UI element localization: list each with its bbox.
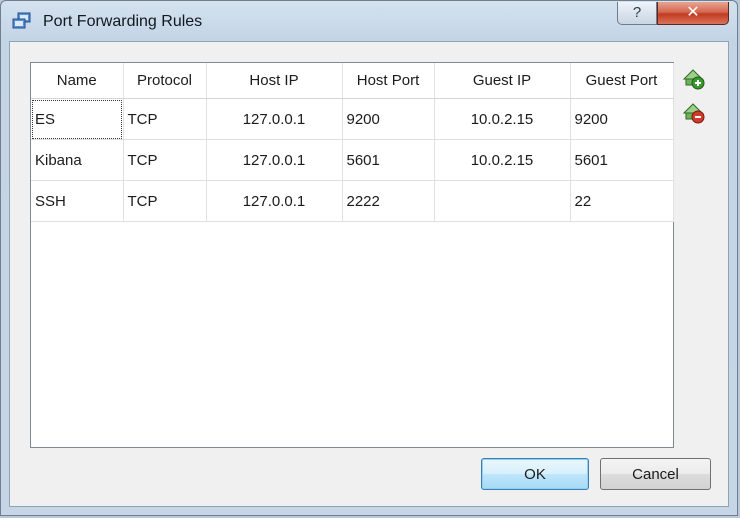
table-header: Name Protocol Host IP Host Port Guest IP…	[31, 63, 674, 99]
column-header-name[interactable]: Name	[31, 63, 124, 99]
cell-name[interactable]: ES	[31, 98, 124, 140]
port-forwarding-dialog: Port Forwarding Rules ? ✕ Name Protocol …	[0, 0, 738, 516]
cell-guest-ip[interactable]	[434, 180, 571, 222]
table-row[interactable]: ES TCP 127.0.0.1 9200 10.0.2.15 9200	[31, 98, 674, 140]
cell-host-ip[interactable]: 127.0.0.1	[206, 180, 343, 222]
cell-guest-ip[interactable]: 10.0.2.15	[434, 139, 571, 181]
rules-table-frame[interactable]: Name Protocol Host IP Host Port Guest IP…	[30, 62, 674, 448]
cancel-button[interactable]: Cancel	[600, 458, 711, 490]
column-header-host-ip[interactable]: Host IP	[206, 63, 343, 99]
add-rule-button[interactable]	[681, 66, 707, 92]
rules-table: Name Protocol Host IP Host Port Guest IP…	[31, 63, 674, 222]
cell-protocol[interactable]: TCP	[123, 98, 207, 140]
cell-guest-port[interactable]: 22	[570, 180, 674, 222]
cell-name[interactable]: Kibana	[31, 139, 124, 181]
help-button[interactable]: ?	[617, 2, 657, 25]
add-rule-icon	[681, 69, 707, 96]
cell-guest-port[interactable]: 5601	[570, 139, 674, 181]
cell-guest-port[interactable]: 9200	[570, 98, 674, 140]
dialog-body: Name Protocol Host IP Host Port Guest IP…	[9, 41, 729, 507]
remove-rule-icon	[681, 103, 707, 130]
column-header-guest-port[interactable]: Guest Port	[570, 63, 674, 99]
column-header-protocol[interactable]: Protocol	[123, 63, 207, 99]
dialog-title: Port Forwarding Rules	[43, 13, 203, 30]
cell-protocol[interactable]: TCP	[123, 180, 207, 222]
cell-host-port[interactable]: 5601	[342, 139, 435, 181]
column-header-host-port[interactable]: Host Port	[342, 63, 435, 99]
table-row[interactable]: SSH TCP 127.0.0.1 2222 22	[31, 180, 674, 222]
cell-host-ip[interactable]: 127.0.0.1	[206, 98, 343, 140]
close-button[interactable]: ✕	[657, 2, 729, 25]
cell-protocol[interactable]: TCP	[123, 139, 207, 181]
cell-host-port[interactable]: 9200	[342, 98, 435, 140]
table-row[interactable]: Kibana TCP 127.0.0.1 5601 10.0.2.15 5601	[31, 139, 674, 181]
network-adapter-icon	[12, 12, 32, 30]
ok-button[interactable]: OK	[481, 458, 589, 490]
cell-host-port[interactable]: 2222	[342, 180, 435, 222]
cell-name[interactable]: SSH	[31, 180, 124, 222]
cell-guest-ip[interactable]: 10.0.2.15	[434, 98, 571, 140]
column-header-guest-ip[interactable]: Guest IP	[434, 63, 571, 99]
title-bar[interactable]: Port Forwarding Rules ? ✕	[1, 1, 737, 41]
cell-host-ip[interactable]: 127.0.0.1	[206, 139, 343, 181]
remove-rule-button[interactable]	[681, 100, 707, 126]
